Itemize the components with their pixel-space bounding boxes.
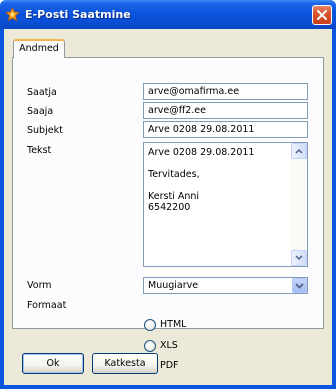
dialog-body: Andmed Saatja arve@omafirma.ee Saaja arv… [4, 29, 332, 385]
body-label: Tekst [27, 145, 52, 156]
body-scrollbar[interactable] [291, 143, 307, 266]
format-option-xls[interactable]: XLS [144, 339, 178, 352]
body-text: Arve 0208 29.08.2011 Tervitades, Kersti … [148, 147, 290, 213]
chevron-down-icon [295, 255, 303, 261]
recipient-label: Saaja [27, 106, 54, 117]
cancel-button[interactable]: Katkesta [92, 353, 158, 374]
body-textarea[interactable]: Arve 0208 29.08.2011 Tervitades, Kersti … [143, 142, 308, 267]
body-line: 6542200 [148, 202, 191, 213]
close-button[interactable] [312, 5, 332, 25]
body-line: Tervitades, [148, 169, 200, 180]
chevron-down-icon [295, 282, 304, 289]
subject-field[interactable]: Arve 0208 29.08.2011 [143, 121, 308, 138]
ok-button[interactable]: Ok [22, 353, 84, 374]
scroll-down-button[interactable] [291, 250, 307, 266]
chevron-up-icon [295, 148, 303, 154]
sender-field[interactable]: arve@omafirma.ee [143, 83, 308, 100]
body-line [148, 180, 290, 191]
radio-xls[interactable] [144, 339, 156, 352]
format-label: Formaat [27, 300, 67, 311]
template-value: Muugiarve [148, 280, 199, 291]
window-title: E-Posti Saatmine [25, 8, 131, 21]
body-line [148, 158, 290, 169]
email-dialog: E-Posti Saatmine Andmed Saatja arve@omaf… [0, 0, 336, 389]
template-dropdown-button[interactable] [292, 278, 307, 293]
radio-html[interactable] [144, 318, 156, 331]
scroll-up-button[interactable] [291, 143, 307, 159]
close-icon [317, 10, 327, 20]
body-line: Arve 0208 29.08.2011 [148, 147, 255, 158]
app-logo-icon [5, 7, 20, 22]
body-line: Kersti Anni [148, 191, 200, 202]
template-label: Vorm [27, 280, 52, 291]
tab-panel-andmed: Saatja arve@omafirma.ee Saaja arve@ff2.e… [12, 57, 324, 329]
template-select[interactable]: Muugiarve [143, 277, 308, 294]
radio-xls-label: XLS [160, 340, 178, 351]
sender-label: Saatja [27, 87, 57, 98]
title-bar[interactable]: E-Posti Saatmine [0, 0, 336, 29]
tab-andmed[interactable]: Andmed [13, 39, 65, 58]
format-option-html[interactable]: HTML [144, 318, 186, 331]
radio-pdf-label: PDF [160, 360, 179, 371]
radio-html-label: HTML [160, 319, 187, 330]
recipient-field[interactable]: arve@ff2.ee [143, 102, 308, 119]
subject-label: Subjekt [27, 125, 63, 136]
